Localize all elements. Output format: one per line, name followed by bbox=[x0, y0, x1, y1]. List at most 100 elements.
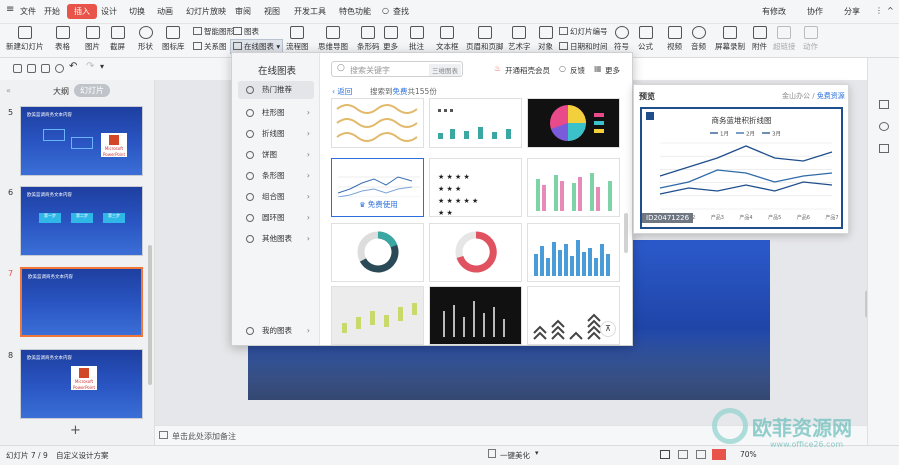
tab-transition[interactable]: 切换 bbox=[129, 6, 145, 17]
customize-icon[interactable]: ▾ bbox=[100, 62, 109, 71]
add-slide-button[interactable]: + bbox=[70, 423, 81, 438]
shape-button[interactable]: 形状 bbox=[138, 26, 153, 52]
slide-number-button[interactable]: 幻灯片编号 bbox=[559, 26, 608, 37]
tab-design[interactable]: 设计 bbox=[101, 6, 117, 17]
screen-record-button[interactable]: 屏幕录制 bbox=[715, 26, 745, 52]
hamburger-icon[interactable]: ≡ bbox=[6, 4, 14, 15]
category-bar[interactable]: 条形图 › bbox=[238, 167, 314, 185]
slide-thumbnail-7[interactable]: 欧美蓝调商务文本内容 bbox=[20, 267, 143, 337]
reading-view-icon[interactable] bbox=[696, 450, 706, 459]
feedback-link[interactable]: 反馈 bbox=[570, 65, 585, 76]
vip-link[interactable]: 开通稻壳会员 bbox=[505, 65, 550, 76]
chevron-down-icon[interactable]: ▾ bbox=[535, 449, 539, 457]
notes-placeholder[interactable]: 单击此处添加备注 bbox=[172, 431, 236, 442]
print-icon[interactable] bbox=[41, 64, 50, 73]
chart-template-thumb[interactable] bbox=[527, 223, 620, 282]
video-button[interactable]: 视频 bbox=[667, 26, 682, 52]
chart-template-thumb[interactable] bbox=[429, 98, 522, 148]
attachment-button[interactable]: 附件 bbox=[752, 26, 767, 52]
chart-template-thumb[interactable]: ★ ★ ★ ★ ★ ★ ★ ★ ★ ★ ★ ★ ★ ★ bbox=[429, 158, 522, 217]
slide-thumbnail-6[interactable]: 欧美蓝调商务文本内容 第一步 第二步 第三步 bbox=[20, 186, 143, 256]
barcode-button[interactable]: 条形码 bbox=[357, 26, 380, 52]
category-line[interactable]: 折线图 › bbox=[238, 125, 314, 143]
action-button[interactable]: 动作 bbox=[803, 26, 818, 52]
object-button[interactable]: 对象 bbox=[538, 26, 553, 52]
preview-icon[interactable] bbox=[55, 64, 64, 73]
category-other[interactable]: 其他图表 › bbox=[238, 230, 314, 248]
slide-thumbnail-5[interactable]: 欧美蓝调商务文本内容 Microsoft PowerPoint bbox=[20, 106, 143, 176]
undo-icon[interactable]: ↶ bbox=[69, 61, 78, 72]
slide-thumbnail-8[interactable]: 欧美蓝调商务文本内容 Microsoft PowerPoint bbox=[20, 349, 143, 419]
zoom-level[interactable]: 70% bbox=[740, 450, 757, 459]
chart-template-thumb[interactable] bbox=[527, 98, 620, 148]
chart-template-thumb[interactable] bbox=[527, 158, 620, 217]
redo-icon[interactable]: ↷ bbox=[86, 61, 95, 72]
date-time-button[interactable]: 日期和时间 bbox=[559, 41, 608, 52]
new-slide-button[interactable]: 新建幻灯片 bbox=[6, 26, 44, 52]
settings-icon[interactable] bbox=[879, 122, 889, 131]
beautify-button[interactable]: 一键美化 bbox=[500, 450, 530, 461]
more-icon[interactable]: ⋮ bbox=[875, 6, 883, 15]
screenshot-button[interactable]: 截屏 bbox=[110, 26, 125, 52]
tab-view[interactable]: 视图 bbox=[264, 6, 280, 17]
back-to-top-button[interactable]: ⊼ bbox=[600, 321, 616, 337]
chart-template-thumb-selected[interactable]: ♛ 免费使用 bbox=[331, 158, 424, 217]
mindmap-button[interactable]: 思维导图 bbox=[318, 26, 348, 52]
sorter-view-icon[interactable] bbox=[678, 450, 688, 459]
search-box[interactable]: ○ 搜索关键字 三维图表 bbox=[331, 61, 463, 77]
more-button[interactable]: 更多 bbox=[383, 26, 398, 52]
collaborate-button[interactable]: 协作 bbox=[807, 6, 823, 17]
category-column[interactable]: 柱形图 › bbox=[238, 104, 314, 122]
search-icon[interactable]: ○ bbox=[382, 6, 389, 15]
collapse-icon[interactable]: ^ bbox=[887, 6, 894, 15]
my-charts[interactable]: 我的图表 › bbox=[238, 322, 314, 340]
popup-scrollbar[interactable] bbox=[624, 213, 628, 253]
chart-template-thumb[interactable] bbox=[429, 286, 522, 345]
wordart-button[interactable]: 艺术字 bbox=[508, 26, 531, 52]
table-button[interactable]: 表格 bbox=[55, 26, 70, 52]
symbol-button[interactable]: 符号 bbox=[614, 26, 629, 52]
properties-icon[interactable] bbox=[879, 100, 889, 109]
search-tag[interactable]: 三维图表 bbox=[429, 64, 461, 76]
theme-name[interactable]: 自定义设计方案 bbox=[56, 450, 109, 461]
tab-insert[interactable]: 插入 bbox=[67, 4, 97, 19]
flowchart-button[interactable]: 流程图 bbox=[286, 26, 309, 52]
menu-file[interactable]: 文件 bbox=[20, 6, 36, 17]
chart-template-thumb[interactable] bbox=[331, 286, 424, 345]
smart-graphic-button[interactable]: 智能图形 bbox=[193, 26, 234, 37]
chart-template-thumb[interactable] bbox=[331, 223, 424, 282]
category-donut[interactable]: 圆环图 › bbox=[238, 209, 314, 227]
copy-icon[interactable] bbox=[879, 144, 889, 153]
chart-template-thumb[interactable] bbox=[331, 98, 424, 148]
has-changes[interactable]: 有修改 bbox=[762, 6, 786, 17]
formula-button[interactable]: 公式 bbox=[638, 26, 653, 52]
back-link[interactable]: ‹ 返回 bbox=[332, 86, 352, 97]
category-pie[interactable]: 饼图 › bbox=[238, 146, 314, 164]
tab-slideshow[interactable]: 幻灯片放映 bbox=[186, 6, 226, 17]
picture-button[interactable]: 图片 bbox=[85, 26, 100, 52]
category-hot[interactable]: 热门推荐 bbox=[238, 81, 314, 99]
free-use-button[interactable]: ♛ 免费使用 bbox=[332, 197, 423, 213]
header-footer-button[interactable]: 页眉和页脚 bbox=[466, 26, 504, 52]
tab-animation[interactable]: 动画 bbox=[157, 6, 173, 17]
textbox-button[interactable]: 文本框 bbox=[436, 26, 459, 52]
tab-slides[interactable]: 幻灯片 bbox=[74, 84, 110, 97]
tab-review[interactable]: 审阅 bbox=[235, 6, 251, 17]
play-slideshow-icon[interactable] bbox=[712, 449, 726, 460]
comment-button[interactable]: 批注 bbox=[409, 26, 424, 52]
menu-search[interactable]: 查找 bbox=[393, 6, 409, 17]
category-combo[interactable]: 组合图 › bbox=[238, 188, 314, 206]
normal-view-icon[interactable] bbox=[660, 450, 670, 459]
tab-features[interactable]: 特色功能 bbox=[339, 6, 371, 17]
tab-start[interactable]: 开始 bbox=[44, 6, 60, 17]
audio-button[interactable]: 音频 bbox=[691, 26, 706, 52]
panel-scrollbar[interactable] bbox=[148, 245, 152, 385]
panel-collapse-icon[interactable]: « bbox=[6, 86, 11, 95]
hyperlink-button[interactable]: 超链接 bbox=[773, 26, 796, 52]
chart-template-thumb[interactable] bbox=[429, 223, 522, 282]
search-input[interactable]: 搜索关键字 bbox=[350, 65, 390, 76]
share-button[interactable]: 分享 bbox=[844, 6, 860, 17]
chart-button[interactable]: 图表 bbox=[233, 26, 259, 37]
save-icon[interactable] bbox=[13, 64, 22, 73]
more-link[interactable]: 更多 bbox=[605, 65, 620, 76]
